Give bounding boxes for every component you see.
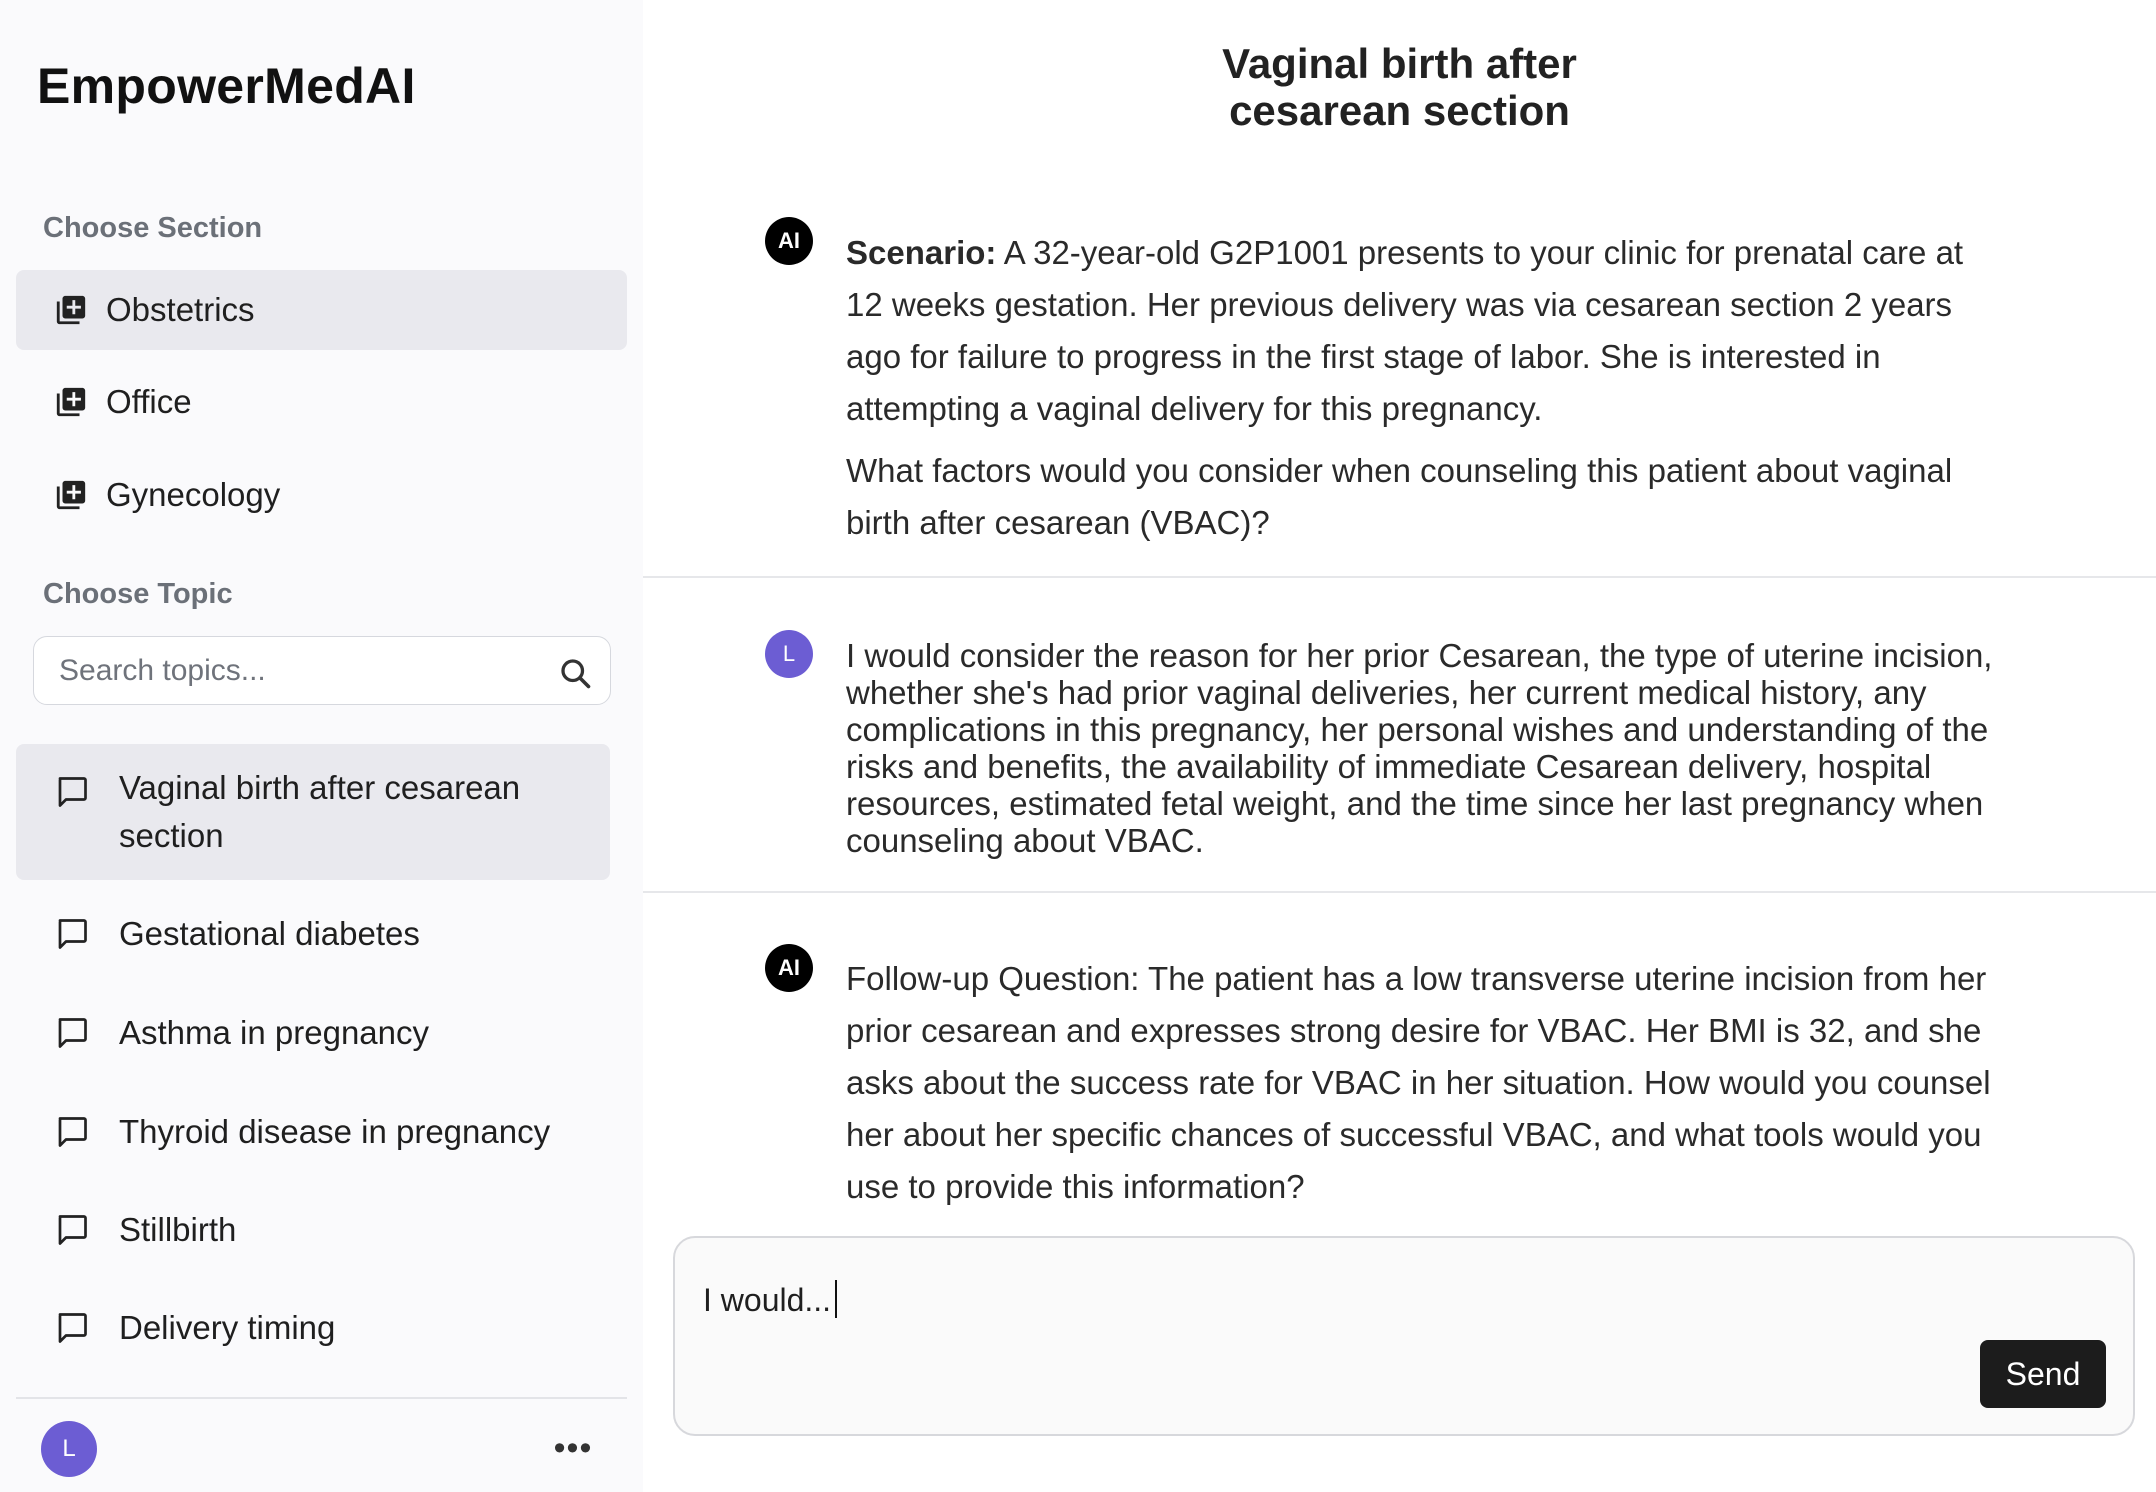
topic-label: Asthma in pregnancy (119, 1014, 430, 1051)
sidebar-item-gynecology[interactable]: Gynecology (16, 455, 627, 535)
topic-item-stillbirth[interactable]: Stillbirth (16, 1206, 610, 1254)
scenario-label: Scenario: (846, 234, 997, 271)
message-divider (643, 891, 2156, 893)
search-topics-input[interactable]: Search topics... (33, 636, 611, 705)
user-avatar[interactable]: L (41, 1421, 97, 1477)
ai-avatar: AI (765, 217, 813, 265)
library-add-icon (56, 387, 86, 417)
app-logo-text: EmpowerMedAI (37, 58, 416, 114)
ai-message-scenario: Scenario: A 32-year-old G2P1001 presents… (846, 227, 2006, 549)
ai-avatar: AI (765, 944, 813, 992)
sidebar-item-office[interactable]: Office (16, 362, 627, 442)
page-title-line2: cesarean section (1229, 87, 1570, 134)
topic-item-asthma[interactable]: Asthma in pregnancy (16, 1009, 610, 1057)
chat-bubble-icon (58, 777, 87, 807)
topic-label: Delivery timing (119, 1309, 336, 1346)
message-composer[interactable]: I would... Send (673, 1236, 2135, 1436)
user-message-text: I would consider the reason for her prio… (846, 637, 1993, 859)
page-title: Vaginal birth after cesarean section (643, 40, 2156, 134)
chat-bubble-icon (58, 1215, 87, 1245)
scenario-text: A 32-year-old G2P1001 presents to your c… (846, 234, 1964, 427)
message-divider (643, 576, 2156, 578)
more-options-icon[interactable]: ••• (553, 1429, 593, 1467)
topic-item-thyroid[interactable]: Thyroid disease in pregnancy (16, 1108, 610, 1156)
user-message-avatar: L (765, 630, 813, 678)
topic-item-delivery-timing[interactable]: Delivery timing (16, 1304, 610, 1352)
followup-text: Follow-up Question: The patient has a lo… (846, 960, 1991, 1205)
scenario-question: What factors would you consider when cou… (846, 452, 1953, 541)
chat-bubble-icon (58, 1018, 87, 1048)
chat-panel: Vaginal birth after cesarean section AI … (643, 0, 2156, 1492)
topic-item-gestational-diabetes[interactable]: Gestational diabetes (16, 910, 610, 958)
page-title-line1: Vaginal birth after (1222, 40, 1577, 87)
topic-label: Thyroid disease in pregnancy (119, 1113, 551, 1150)
library-add-icon (56, 295, 86, 325)
chat-bubble-icon (58, 919, 87, 949)
choose-section-label: Choose Section (43, 212, 263, 244)
chat-bubble-icon (58, 1313, 87, 1343)
ai-message-followup: Follow-up Question: The patient has a lo… (846, 953, 2006, 1213)
section-label-gynecology: Gynecology (106, 476, 281, 513)
section-label-office: Office (106, 383, 192, 420)
library-add-icon (56, 480, 86, 510)
send-button[interactable]: Send (1980, 1340, 2106, 1408)
topic-label: Stillbirth (119, 1211, 237, 1248)
topic-item-vbac[interactable]: Vaginal birth after cesarean section (16, 744, 610, 880)
sidebar-divider (16, 1397, 627, 1399)
sidebar-item-obstetrics[interactable]: Obstetrics (16, 270, 627, 350)
choose-topic-label: Choose Topic (43, 578, 233, 610)
message-input[interactable]: I would... (703, 1280, 838, 1319)
topic-label: Gestational diabetes (119, 915, 420, 952)
message-input-value: I would... (703, 1282, 832, 1318)
text-caret (835, 1280, 838, 1318)
section-label-obstetrics: Obstetrics (106, 291, 255, 328)
chat-bubble-icon (58, 1117, 87, 1147)
topic-label: Vaginal birth after cesarean section (119, 769, 521, 854)
search-icon[interactable] (557, 655, 593, 691)
search-placeholder: Search topics... (59, 654, 266, 687)
user-message: I would consider the reason for her prio… (846, 637, 2006, 859)
sidebar: EmpowerMedAI Choose Section Obstetrics O… (0, 0, 643, 1492)
